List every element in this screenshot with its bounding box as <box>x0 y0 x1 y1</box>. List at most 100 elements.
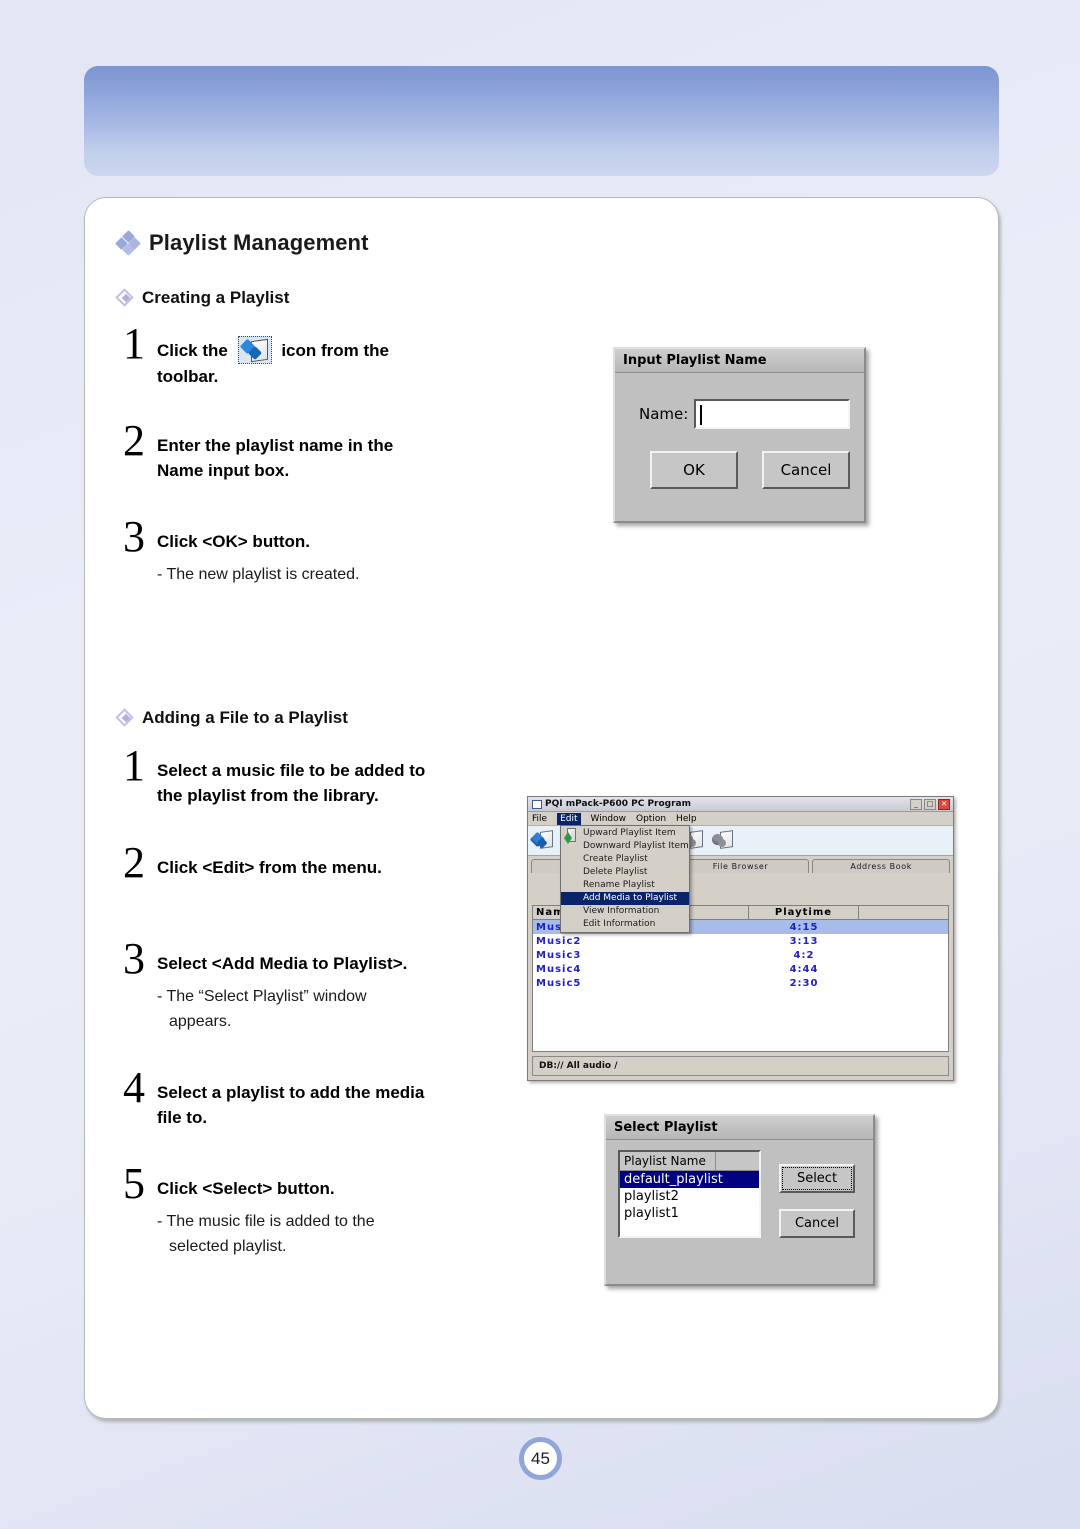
step-creating-1: 1 Click the icon from the toolbar. <box>123 319 543 389</box>
edit-menu-dropdown: Upward Playlist Item Downward Playlist I… <box>560 825 690 933</box>
step-text-line2: the playlist from the library. <box>157 786 379 805</box>
dialog-title: Input Playlist Name <box>615 349 864 373</box>
status-bar: DB:// All audio / <box>532 1056 949 1076</box>
playlist-list-header: Playlist Name <box>620 1152 759 1171</box>
step-text-line2: toolbar. <box>157 367 219 386</box>
tab-file-browser[interactable]: File Browser <box>671 859 810 873</box>
list-item[interactable]: default_playlist <box>620 1171 759 1188</box>
cell-playtime: 2:30 <box>789 977 819 989</box>
step-number: 2 <box>123 416 145 465</box>
column-header-playlist-name[interactable]: Playlist Name <box>620 1152 716 1170</box>
menu-item-downward-playlist-item[interactable]: Downward Playlist Item <box>561 840 689 853</box>
pc-program-window: PQI mPack-P600 PC Program _ □ ✕ File Edi… <box>527 796 954 1081</box>
step-text-line1: Click <OK> button. <box>157 532 311 551</box>
list-item[interactable]: playlist1 <box>620 1205 759 1222</box>
column-header-blank[interactable] <box>716 1152 759 1170</box>
window-controls: _ □ ✕ <box>910 798 951 810</box>
step-text-line1: Select a playlist to add the media <box>157 1083 425 1102</box>
cell-name: Music3 <box>536 949 582 961</box>
step-note: - The new playlist is created. <box>157 566 360 583</box>
subheading-creating-a-playlist: Creating a Playlist <box>115 287 290 308</box>
menu-edit[interactable]: Edit <box>557 812 581 825</box>
step-note-cont: selected playlist. <box>169 1238 287 1255</box>
step-text-line1: Select <Add Media to Playlist>. <box>157 954 408 973</box>
column-header-playtime[interactable]: Playtime <box>749 906 859 919</box>
tab-address-book[interactable]: Address Book <box>812 859 951 873</box>
step-text-line2: file to. <box>157 1108 208 1127</box>
section-title-row: Playlist Management <box>115 230 369 256</box>
playlist-order-icon <box>564 828 579 846</box>
step-number: 5 <box>123 1159 145 1208</box>
subheading-adding-a-file: Adding a File to a Playlist <box>115 707 348 728</box>
dialog-title: Select Playlist <box>606 1116 873 1140</box>
step-adding-5: 5 Click <Select> button. - The music fil… <box>123 1159 553 1259</box>
close-button[interactable]: ✕ <box>938 798 950 810</box>
window-title: PQI mPack-P600 PC Program <box>545 799 691 809</box>
step-adding-3: 3 Select <Add Media to Playlist>. - The … <box>123 934 553 1034</box>
subheading-label: Creating a Playlist <box>142 288 290 307</box>
page-title: Playlist Management <box>149 230 369 255</box>
step-number: 1 <box>123 741 145 790</box>
playlist-name-input[interactable] <box>694 399 851 429</box>
menu-item-create-playlist[interactable]: Create Playlist <box>561 853 689 866</box>
step-text-post: icon from the <box>281 341 389 360</box>
list-item[interactable]: playlist2 <box>620 1188 759 1205</box>
step-number: 2 <box>123 838 145 887</box>
cell-playtime: 4:15 <box>789 921 819 933</box>
table-row[interactable]: Music3 4:2 <box>533 948 948 962</box>
maximize-button[interactable]: □ <box>924 798 936 810</box>
ok-button[interactable]: OK <box>650 451 738 489</box>
subheading-label: Adding a File to a Playlist <box>142 708 348 727</box>
step-number: 1 <box>123 319 145 368</box>
playlist-list[interactable]: Playlist Name default_playlist playlist2… <box>618 1150 761 1238</box>
step-adding-4: 4 Select a playlist to add the media fil… <box>123 1063 553 1130</box>
window-title-bar: PQI mPack-P600 PC Program _ □ ✕ <box>528 797 953 812</box>
name-label: Name: <box>639 405 689 423</box>
status-text: DB:// All audio / <box>539 1061 618 1071</box>
step-number: 3 <box>123 512 145 561</box>
step-text-pre: Click the <box>157 341 228 360</box>
step-text-line2: Name input box. <box>157 461 290 480</box>
step-note: - The music file is added to the <box>157 1213 375 1230</box>
step-number: 4 <box>123 1063 145 1112</box>
text-caret <box>700 405 703 425</box>
add-playlist-icon[interactable] <box>529 830 553 850</box>
menu-file[interactable]: File <box>532 814 547 824</box>
diamond-bullet-icon <box>115 707 134 727</box>
step-number: 3 <box>123 934 145 983</box>
menu-item-rename-playlist[interactable]: Rename Playlist <box>561 879 689 892</box>
step-note: - The “Select Playlist” window <box>157 988 367 1005</box>
cell-name: Music4 <box>536 963 582 975</box>
menu-help[interactable]: Help <box>676 814 697 824</box>
page-header-banner <box>84 66 999 176</box>
cell-playtime: 4:44 <box>789 963 819 975</box>
step-adding-1: 1 Select a music file to be added to the… <box>123 741 553 808</box>
menu-item-delete-playlist[interactable]: Delete Playlist <box>561 866 689 879</box>
cell-name: Music2 <box>536 935 582 947</box>
cancel-button[interactable]: Cancel <box>779 1209 855 1238</box>
menu-item-add-media-to-playlist[interactable]: Add Media to Playlist <box>561 892 689 905</box>
quad-diamond-bullet-icon <box>115 230 141 256</box>
column-header-extra[interactable] <box>859 906 948 919</box>
table-row[interactable]: Music4 4:44 <box>533 962 948 976</box>
diamond-bullet-icon <box>115 287 134 307</box>
step-text-line1: Select a music file to be added to <box>157 761 426 780</box>
select-button[interactable]: Select <box>779 1164 855 1193</box>
input-playlist-name-dialog: Input Playlist Name Name: OK Cancel <box>613 347 866 523</box>
menu-window[interactable]: Window <box>591 814 627 824</box>
menu-item-edit-information[interactable]: Edit Information <box>561 918 689 931</box>
step-text-line1: Click <Select> button. <box>157 1179 335 1198</box>
step-creating-2: 2 Enter the playlist name in the Name in… <box>123 416 543 483</box>
search-icon[interactable] <box>709 830 733 850</box>
cell-name: Music5 <box>536 977 582 989</box>
menu-item-view-information[interactable]: View Information <box>561 905 689 918</box>
cell-playtime: 3:13 <box>789 935 819 947</box>
menu-item-upward-playlist-item[interactable]: Upward Playlist Item <box>561 827 689 840</box>
step-text-line1: Click <Edit> from the menu. <box>157 858 382 877</box>
cancel-button[interactable]: Cancel <box>762 451 850 489</box>
minimize-button[interactable]: _ <box>910 798 922 810</box>
menu-option[interactable]: Option <box>636 814 666 824</box>
table-row[interactable]: Music5 2:30 <box>533 976 948 990</box>
menu-bar: File Edit Window Option Help <box>528 812 953 826</box>
table-row[interactable]: Music2 3:13 <box>533 934 948 948</box>
